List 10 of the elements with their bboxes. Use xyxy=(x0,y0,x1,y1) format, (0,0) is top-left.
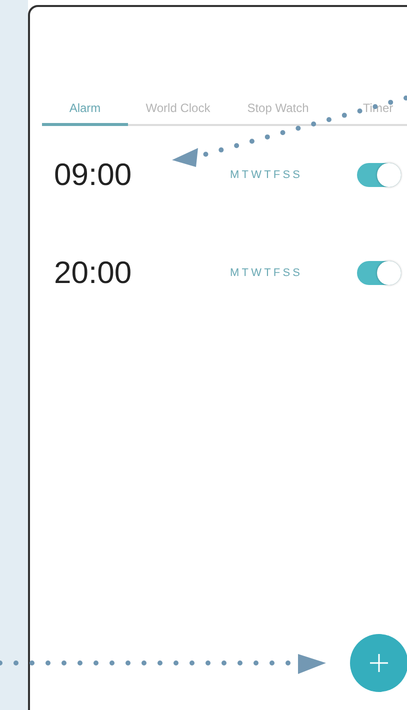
alarm-days: MTWTFSS xyxy=(230,169,357,181)
tab[interactable]: World Clock xyxy=(128,93,228,126)
tab[interactable]: Stop Watch xyxy=(228,93,328,126)
tab[interactable]: Alarm xyxy=(42,93,128,126)
toggle-switch[interactable] xyxy=(357,261,401,285)
alarm-days: MTWTFSS xyxy=(230,267,357,279)
toggle-switch[interactable] xyxy=(357,163,401,187)
alarm-time: 20:00 xyxy=(54,255,133,291)
plus-icon xyxy=(370,654,388,672)
alarm-time: 09:00 xyxy=(54,157,133,193)
